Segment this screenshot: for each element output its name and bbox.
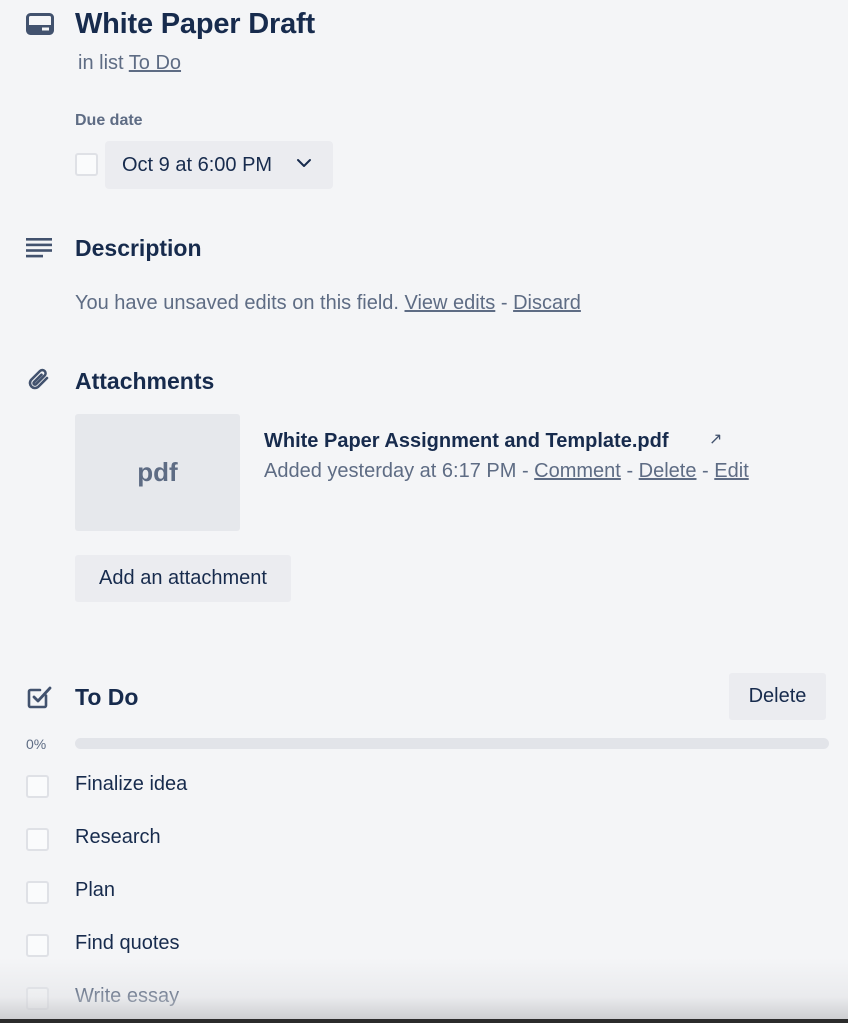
due-complete-checkbox[interactable]: [75, 153, 98, 176]
checklist-progress-percent: 0%: [26, 736, 47, 752]
due-date-button[interactable]: Oct 9 at 6:00 PM: [105, 141, 333, 189]
checklist-item-checkbox[interactable]: [26, 934, 49, 957]
attachments-heading: Attachments: [75, 368, 215, 394]
checklist-item-checkbox[interactable]: [26, 987, 49, 1010]
checklist-progress-bar: [75, 738, 829, 749]
checklist-item-checkbox[interactable]: [26, 828, 49, 851]
attachment-meta: Added yesterday at 6:17 PM - Comment - D…: [264, 458, 749, 484]
checklist-item-label[interactable]: Research: [75, 824, 161, 850]
attachment-comment-link[interactable]: Comment: [534, 460, 621, 482]
unsaved-edits-notice: You have unsaved edits on this field. Vi…: [75, 290, 581, 316]
chevron-down-icon: [297, 159, 311, 167]
checklist-heading[interactable]: To Do: [75, 683, 138, 711]
list-link[interactable]: To Do: [129, 52, 181, 74]
card-detail: White Paper Draft in list To Do Due date…: [0, 0, 848, 1023]
attachment-delete-link[interactable]: Delete: [639, 460, 697, 482]
card-title[interactable]: White Paper Draft: [75, 6, 315, 42]
attachment-thumbnail[interactable]: pdf: [75, 414, 240, 531]
attachment-name[interactable]: White Paper Assignment and Template.pdf: [264, 428, 669, 454]
checklist-item-label[interactable]: Find quotes: [75, 930, 180, 956]
paperclip-icon: [28, 368, 49, 390]
attachment-edit-link[interactable]: Edit: [714, 460, 748, 482]
link-separator: -: [702, 460, 709, 482]
checklist-item-label[interactable]: Plan: [75, 877, 115, 903]
checklist-item-checkbox[interactable]: [26, 881, 49, 904]
link-separator: -: [626, 460, 634, 482]
in-list-prefix: in list: [78, 52, 124, 74]
external-link-icon[interactable]: ↗: [709, 430, 722, 450]
checklist-item-label[interactable]: Finalize idea: [75, 771, 187, 797]
link-separator: -: [500, 292, 508, 314]
description-icon: [26, 238, 52, 258]
checklist-icon: [27, 686, 52, 709]
list-reference: in list To Do: [78, 50, 181, 76]
unsaved-edits-text: You have unsaved edits on this field.: [75, 292, 399, 314]
discard-link[interactable]: Discard: [513, 292, 581, 314]
view-edits-link[interactable]: View edits: [405, 292, 496, 314]
description-heading: Description: [75, 235, 202, 261]
link-separator: -: [521, 460, 529, 482]
card-icon: [26, 13, 54, 35]
attachment-added-text: Added yesterday at 6:17 PM: [264, 460, 517, 482]
add-attachment-button[interactable]: Add an attachment: [75, 555, 291, 602]
checklist-item-checkbox[interactable]: [26, 775, 49, 798]
due-date-label: Due date: [75, 112, 143, 129]
delete-checklist-button[interactable]: Delete: [729, 673, 826, 720]
due-date-value: Oct 9 at 6:00 PM: [122, 154, 273, 176]
checklist-item-label[interactable]: Write essay: [75, 983, 179, 1009]
window-bottom-edge: [0, 1019, 848, 1023]
